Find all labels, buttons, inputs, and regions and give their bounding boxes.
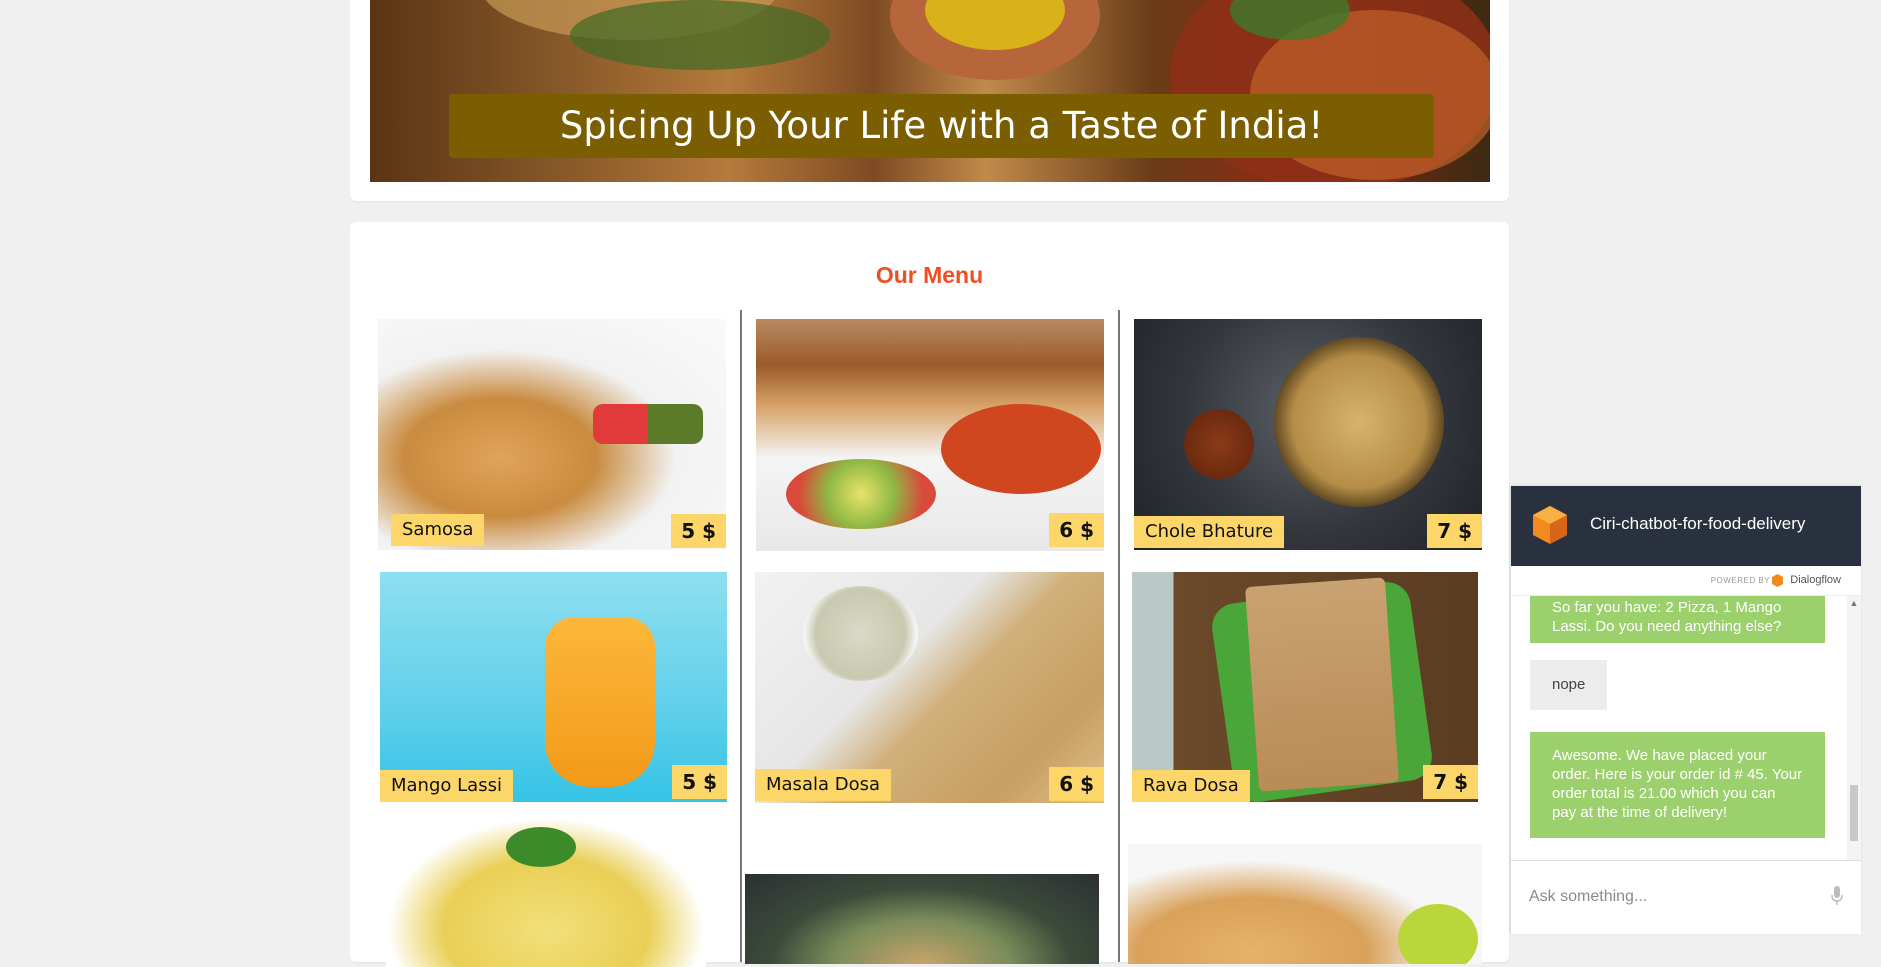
menu-item-name: Rava Dosa [1132, 770, 1250, 802]
scroll-thumb[interactable] [1850, 785, 1858, 841]
menu-item-samosa[interactable]: Samosa 5 $ [378, 319, 726, 550]
bot-message: So far you have: 2 Pizza, 1 Mango Lassi.… [1530, 596, 1825, 643]
menu-item-price: 6 $ [1049, 513, 1104, 547]
bot-message: Awesome. We have placed your order. Here… [1530, 732, 1825, 838]
menu-item-chole-bhature[interactable]: Chole Bhature 7 $ [1134, 319, 1482, 550]
menu-card: Our Menu Samosa 5 $ 6 $ Chole Bhature 7 … [350, 222, 1509, 967]
menu-item-masala-dosa[interactable]: Masala Dosa 6 $ [755, 572, 1104, 803]
dialogflow-small-icon [1772, 574, 1783, 587]
menu-item-name: Masala Dosa [755, 769, 892, 801]
user-message: nope [1530, 660, 1608, 710]
column-divider [1118, 310, 1120, 962]
pizza-image [745, 874, 1099, 964]
chat-input[interactable] [1527, 883, 1811, 911]
powered-by-bar: POWERED BY Dialogflow [1511, 566, 1861, 596]
hero-food-image: Spicing Up Your Life with a Taste of Ind… [370, 0, 1490, 182]
menu-item-name: Mango Lassi [380, 770, 513, 802]
menu-item-price: 7 $ [1427, 514, 1482, 548]
hero-card: Spicing Up Your Life with a Taste of Ind… [350, 0, 1509, 201]
menu-item-price: 5 $ [671, 514, 726, 548]
chat-widget: Ciri-chatbot-for-food-delivery POWERED B… [1511, 486, 1861, 934]
menu-item-rava-dosa[interactable]: Rava Dosa 7 $ [1132, 572, 1478, 802]
chat-messages[interactable]: So far you have: 2 Pizza, 1 Mango Lassi.… [1511, 596, 1847, 886]
provider-name: Dialogflow [1790, 574, 1841, 586]
dialogflow-logo-icon [1533, 506, 1567, 544]
chat-title: Ciri-chatbot-for-food-delivery [1590, 514, 1806, 533]
menu-item-price: 7 $ [1423, 765, 1478, 799]
microphone-icon[interactable] [1831, 886, 1843, 906]
chat-header[interactable]: Ciri-chatbot-for-food-delivery [1511, 486, 1861, 566]
menu-item-pav-bhaji[interactable]: 6 $ [756, 319, 1104, 551]
menu-title: Our Menu [875, 262, 984, 288]
scroll-up-arrow-icon[interactable]: ▲ [1849, 598, 1859, 608]
hero-banner-text: Spicing Up Your Life with a Taste of Ind… [449, 94, 1434, 158]
menu-item-vada-pav[interactable] [1128, 844, 1482, 964]
menu-item-price: 6 $ [1049, 767, 1104, 801]
chat-scrollbar[interactable]: ▲ ▼ [1847, 596, 1861, 886]
powered-by-label: POWERED BY [1710, 576, 1770, 585]
menu-item-rice[interactable] [386, 817, 706, 967]
menu-item-name: Samosa [391, 514, 485, 546]
chat-input-bar [1511, 860, 1861, 934]
menu-item-price: 5 $ [672, 765, 727, 799]
menu-item-pizza[interactable] [745, 874, 1099, 964]
menu-item-mango-lassi[interactable]: Mango Lassi 5 $ [380, 572, 727, 802]
column-divider [740, 310, 742, 962]
menu-item-name: Chole Bhature [1134, 516, 1285, 548]
